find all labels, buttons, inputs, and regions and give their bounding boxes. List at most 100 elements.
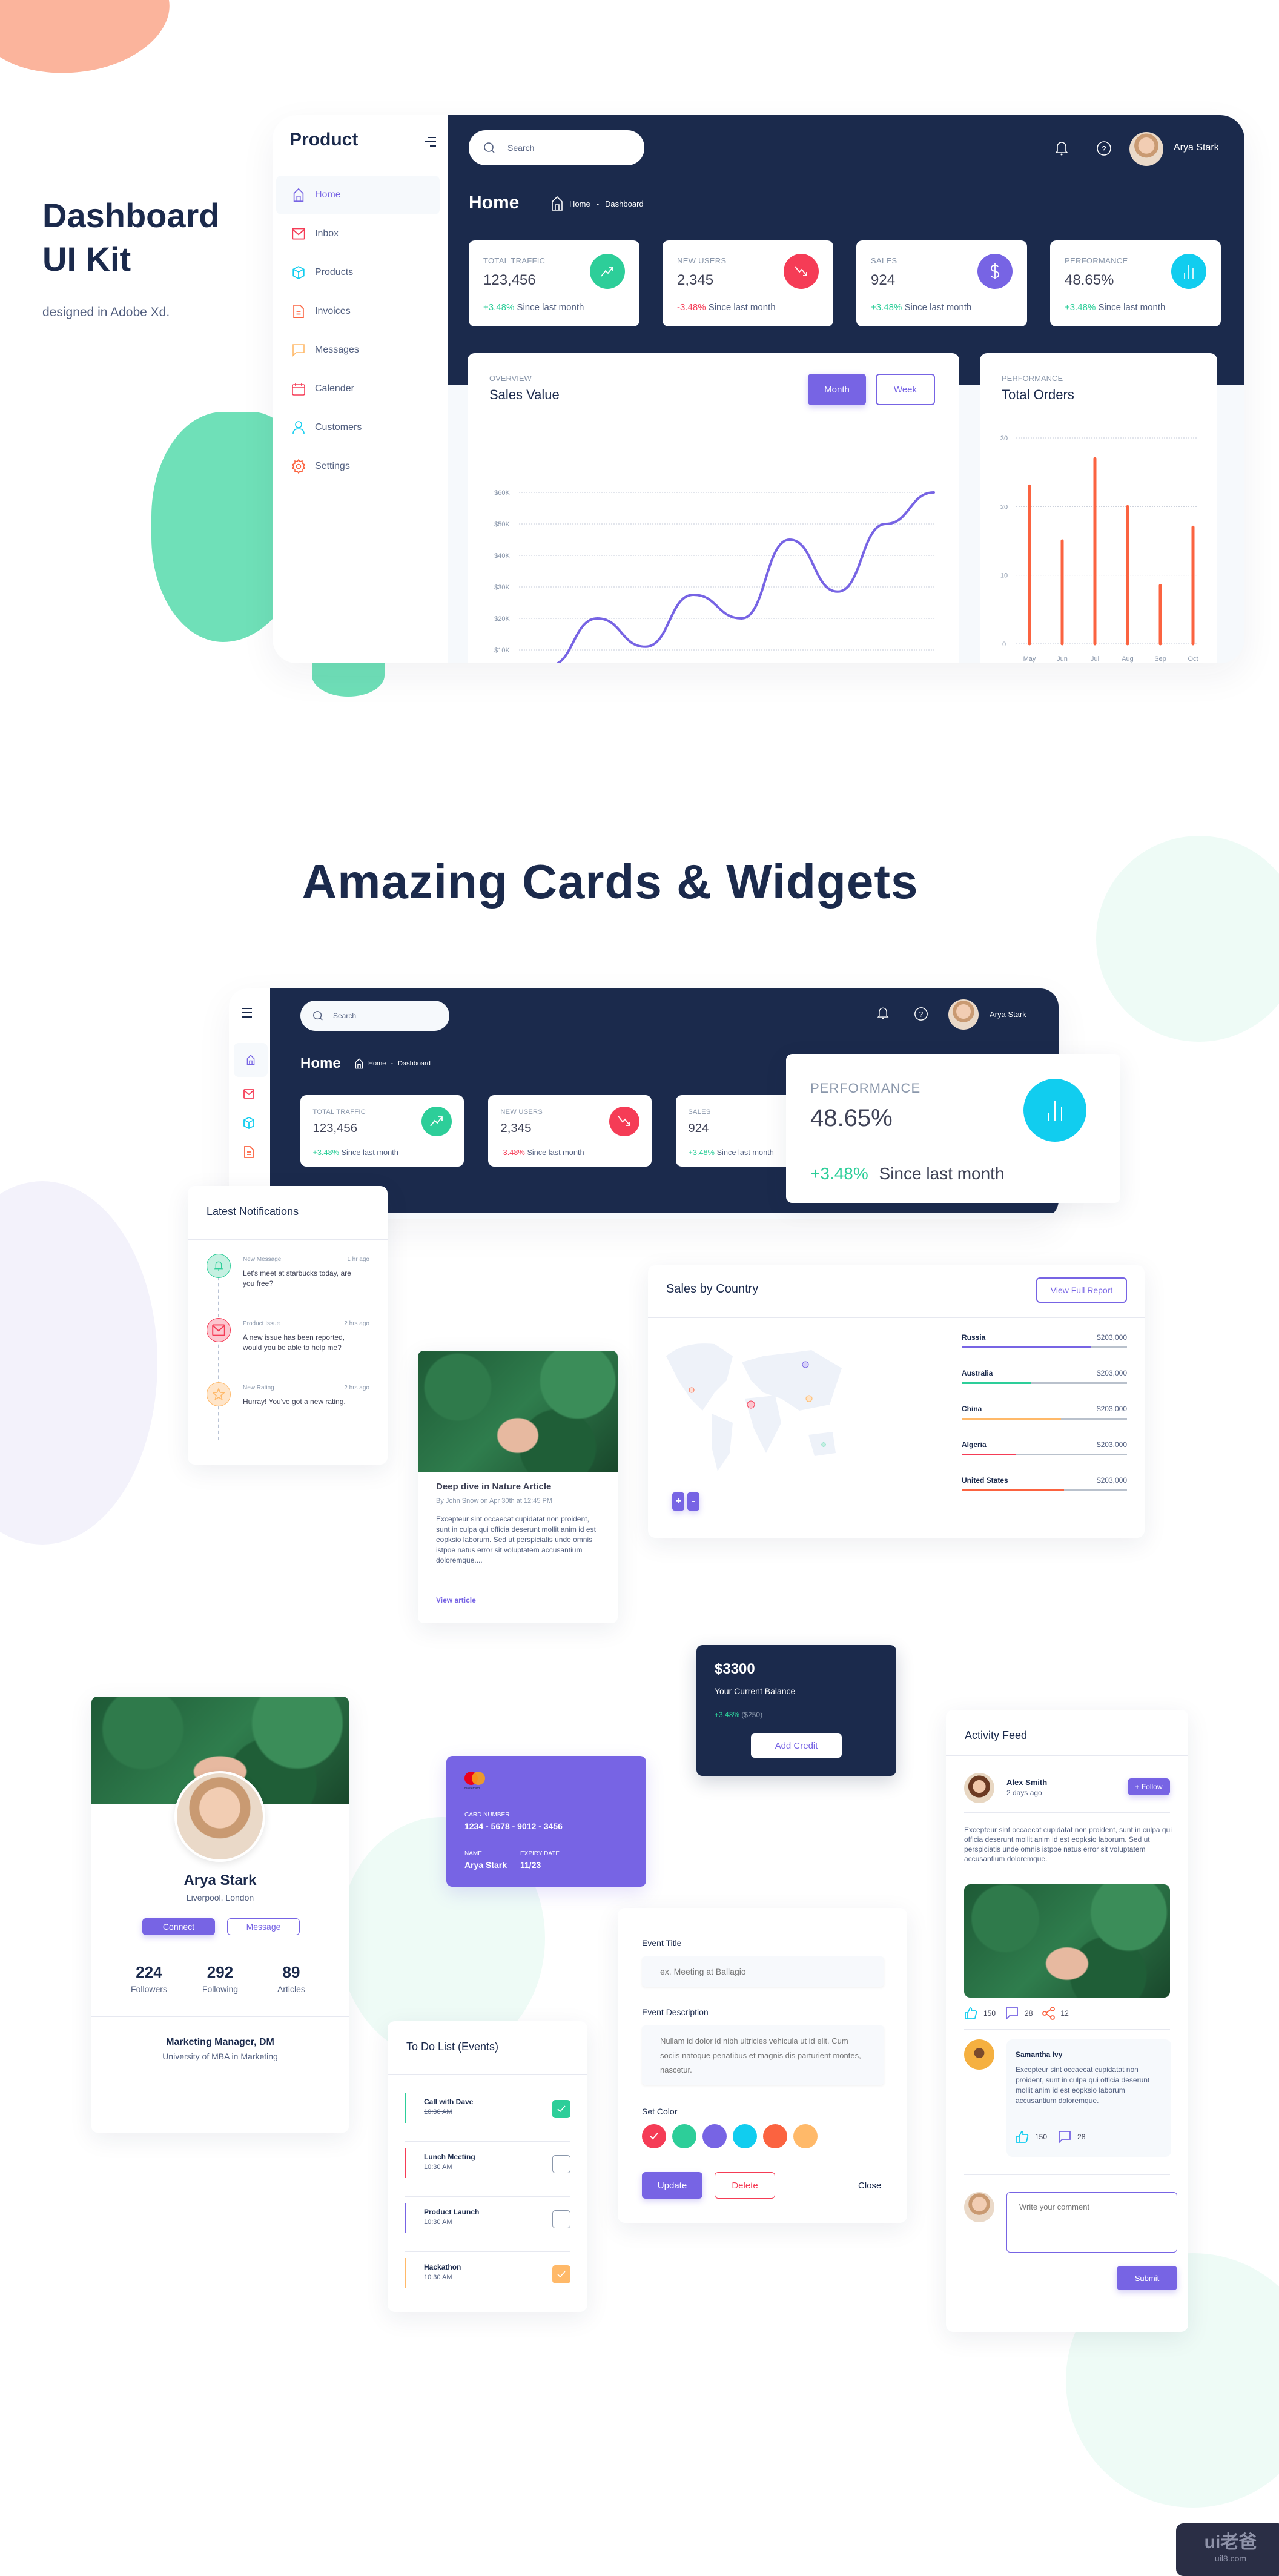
todo-item[interactable]: Call with Dave 10:30 AM — [405, 2087, 570, 2142]
sidebar-item-settings[interactable]: Settings — [276, 447, 440, 486]
month-button[interactable]: Month — [808, 374, 866, 405]
home-icon[interactable] — [551, 196, 563, 211]
stat-change: +3.48% — [871, 302, 902, 313]
breadcrumb-dashboard[interactable]: Dashboard — [605, 199, 644, 208]
notification-item[interactable]: New Rating 2 hrs ago Hurray! You've got a … — [188, 1381, 388, 1442]
todo-checkbox[interactable] — [552, 2265, 570, 2283]
breadcrumb-home[interactable]: Home — [368, 1060, 386, 1067]
search-box[interactable]: Search — [469, 130, 644, 165]
color-swatch[interactable] — [642, 2124, 666, 2148]
stat-card-performance[interactable]: PERFORMANCE 48.65% +3.48% Since last month — [1050, 240, 1221, 326]
bell-icon[interactable] — [876, 1005, 890, 1021]
comment-like-button[interactable]: 150 — [1016, 2130, 1047, 2144]
user-avatar[interactable] — [948, 999, 979, 1030]
event-title-input[interactable] — [642, 1956, 884, 1987]
country-name: Australia — [962, 1369, 993, 1377]
home-icon — [291, 187, 306, 203]
user-name[interactable]: Arya Stark — [1174, 142, 1219, 153]
user-avatar[interactable] — [1129, 132, 1163, 166]
sidebar-item-inbox[interactable]: Inbox — [276, 214, 440, 253]
add-credit-button[interactable]: Add Credit — [751, 1733, 842, 1758]
todo-item[interactable]: Product Launch 10:30 AM — [405, 2197, 570, 2252]
home-icon[interactable] — [355, 1058, 363, 1070]
stat-card-new-users[interactable]: NEW USERS 2,345 -3.48% Since last month — [488, 1095, 652, 1167]
sidebar-item-messages[interactable]: Messages — [276, 331, 440, 369]
country-row[interactable]: Algeria $203,000 — [962, 1438, 1127, 1468]
world-map[interactable] — [660, 1332, 842, 1477]
stat-card-total-traffic[interactable]: TOTAL TRAFFIC 123,456 +3.48% Since last mo… — [469, 240, 640, 326]
box-icon[interactable] — [243, 1117, 254, 1129]
delete-button[interactable]: Delete — [715, 2172, 775, 2199]
todo-checkbox[interactable] — [552, 2100, 570, 2118]
document-icon[interactable] — [244, 1146, 254, 1158]
mini-nav-home[interactable] — [234, 1043, 268, 1077]
map-zoom-out-button[interactable]: - — [687, 1492, 699, 1511]
notification-item[interactable]: Product Issue 2 hrs ago A new issue has be… — [188, 1317, 388, 1377]
share-button[interactable]: 12 — [1042, 2007, 1069, 2020]
notification-text: Hurray! You've got a new rating. — [243, 1397, 346, 1406]
stat-card-new-users[interactable]: NEW USERS 2,345 -3.48% Since last month — [663, 240, 833, 326]
mini-search-box[interactable]: Search — [300, 1001, 449, 1031]
view-full-report-button[interactable]: View Full Report — [1036, 1277, 1127, 1303]
submit-button[interactable]: Submit — [1117, 2266, 1177, 2290]
country-row[interactable]: China $203,000 — [962, 1402, 1127, 1432]
country-row[interactable]: Russia $203,000 — [962, 1331, 1127, 1361]
color-swatch[interactable] — [793, 2124, 818, 2148]
todo-checkbox[interactable] — [552, 2155, 570, 2173]
comment-reply-button[interactable]: 28 — [1058, 2130, 1085, 2144]
map-marker-china[interactable] — [805, 1395, 813, 1402]
color-swatch[interactable] — [763, 2124, 787, 2148]
breadcrumb-dashboard[interactable]: Dashboard — [398, 1060, 431, 1067]
sidebar-item-customers[interactable]: Customers — [276, 408, 440, 447]
connect-button[interactable]: Connect — [142, 1918, 215, 1935]
sidebar-item-products[interactable]: Products — [276, 253, 440, 292]
author-name[interactable]: Alex Smith — [1006, 1778, 1047, 1787]
article-title[interactable]: Deep dive in Nature Article — [436, 1482, 551, 1492]
todo-item[interactable]: Hackathon 10:30 AM — [405, 2252, 570, 2307]
sidebar-toggle-icon[interactable] — [425, 137, 436, 147]
sales-overline: OVERVIEW — [489, 374, 532, 383]
message-button[interactable]: Message — [227, 1918, 300, 1935]
country-row[interactable]: Australia $203,000 — [962, 1366, 1127, 1397]
todo-item[interactable]: Lunch Meeting 10:30 AM — [405, 2142, 570, 2197]
breadcrumb-home[interactable]: Home — [569, 199, 590, 208]
stat-card-sales[interactable]: SALES 924 +3.48% Since last month — [856, 240, 1027, 326]
sidebar-item-invoices[interactable]: Invoices — [276, 292, 440, 331]
map-zoom-in-button[interactable]: + — [672, 1492, 684, 1511]
country-row[interactable]: United States $203,000 — [962, 1474, 1127, 1504]
menu-icon[interactable] — [242, 1008, 252, 1018]
stat-card-total-traffic[interactable]: TOTAL TRAFFIC 123,456 +3.48% Since last mo… — [300, 1095, 464, 1167]
map-marker-australia[interactable] — [821, 1442, 826, 1447]
follow-button[interactable]: + Follow — [1128, 1778, 1170, 1795]
balance-change-amount: ($250) — [741, 1710, 763, 1719]
like-button[interactable]: 150 — [964, 2007, 996, 2020]
help-icon[interactable]: ? — [914, 1007, 928, 1021]
view-article-link[interactable]: View article — [436, 1596, 476, 1604]
comment-input[interactable] — [1006, 2192, 1177, 2253]
article-card: Deep dive in Nature Article By John Snow… — [418, 1351, 618, 1623]
comment-button[interactable]: 28 — [1005, 2007, 1033, 2020]
commenter-name[interactable]: Samantha Ivy — [1016, 2050, 1062, 2059]
bell-icon[interactable] — [1054, 139, 1069, 157]
week-button[interactable]: Week — [876, 374, 935, 405]
card-name-label: NAME — [464, 1850, 482, 1857]
todo-time: 10:30 AM — [424, 2219, 452, 2226]
author-avatar[interactable] — [964, 1773, 994, 1803]
map-marker-russia[interactable] — [802, 1361, 809, 1368]
help-icon[interactable]: ? — [1096, 141, 1112, 156]
close-button[interactable]: Close — [858, 2180, 881, 2191]
notification-item[interactable]: New Message 1 hr ago Let's meet at starbuc… — [188, 1253, 388, 1313]
map-marker-algeria[interactable] — [747, 1400, 755, 1409]
update-button[interactable]: Update — [642, 2172, 702, 2199]
todo-checkbox[interactable] — [552, 2210, 570, 2228]
sidebar-item-calender[interactable]: Calender — [276, 369, 440, 408]
color-swatch[interactable] — [733, 2124, 757, 2148]
commenter-avatar[interactable] — [964, 2039, 994, 2070]
user-name[interactable]: Arya Stark — [990, 1010, 1026, 1019]
map-marker-usa[interactable] — [689, 1387, 695, 1393]
color-swatch[interactable] — [672, 2124, 696, 2148]
sidebar-item-home[interactable]: Home — [276, 176, 440, 214]
mail-icon[interactable] — [243, 1089, 254, 1099]
event-description-input[interactable] — [642, 2025, 884, 2085]
color-swatch[interactable] — [702, 2124, 727, 2148]
